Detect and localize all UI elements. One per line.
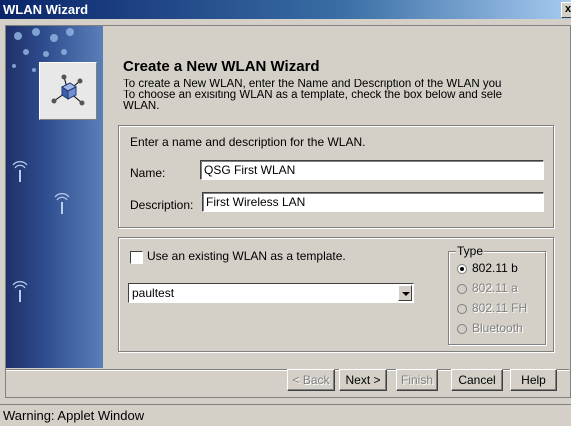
template-select-value: paultest [132,286,175,300]
status-text: Warning: Applet Window [3,408,145,423]
close-icon[interactable]: x [561,2,571,18]
type-radio-bluetooth [457,324,467,334]
use-template-checkbox[interactable] [130,251,143,264]
network-cube-icon [39,62,97,120]
finish-button: Finish [396,369,438,391]
type-label-bluetooth: Bluetooth [472,321,523,335]
type-group-title: Type [456,244,485,258]
description-line: To create a New WLAN, enter the Name and… [123,79,502,90]
wizard-description: To create a New WLAN, enter the Name and… [123,79,563,112]
name-label: Name: [130,166,166,180]
type-radio-80211a [457,284,467,294]
chevron-down-icon[interactable] [398,285,412,301]
next-button[interactable]: Next > [339,369,387,391]
type-label-80211fh: 802.11 FH [472,301,528,315]
description-label: Description: [130,198,194,212]
name-field[interactable]: QSG First WLAN [200,160,544,180]
name-group-instruction: Enter a name and description for the WLA… [130,135,366,149]
type-radio-80211fh [457,304,467,314]
title-bar: WLAN Wizard x [0,0,571,19]
status-bar: Warning: Applet Window [0,404,571,426]
help-button[interactable]: Help [510,369,557,391]
description-line: WLAN. [123,101,160,112]
type-label-80211b[interactable]: 802.11 b [472,261,518,275]
template-select[interactable]: paultest [128,283,414,303]
use-template-label[interactable]: Use an existing WLAN as a template. [147,249,346,263]
window-title: WLAN Wizard [3,2,89,17]
cancel-button[interactable]: Cancel [451,369,503,391]
back-button: < Back [287,369,335,391]
description-line: To choose an exisiting WLAN as a templat… [123,90,503,101]
type-radio-80211b[interactable] [457,264,467,274]
type-label-80211a: 802.11 a [472,281,518,295]
description-field[interactable]: First Wireless LAN [202,192,544,212]
wireless-signal-icon [12,161,70,289]
wizard-heading: Create a New WLAN Wizard [123,58,320,75]
